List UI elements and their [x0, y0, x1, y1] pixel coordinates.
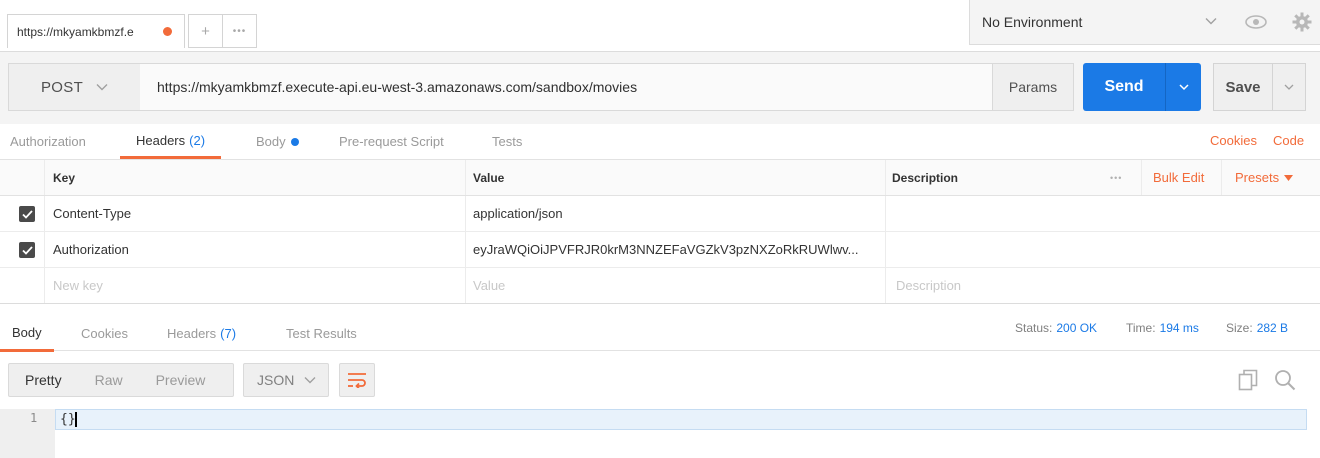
copy-icon[interactable] — [1238, 369, 1258, 394]
code-link[interactable]: Code — [1273, 133, 1304, 148]
tab-headers[interactable]: Headers (2) — [120, 124, 222, 159]
new-tab-button[interactable]: + — [188, 14, 223, 48]
save-options-button[interactable] — [1272, 63, 1306, 111]
view-mode-segmented-control: Pretty Raw Preview — [8, 363, 234, 397]
status-indicator: Status: 200 OK — [1015, 321, 1098, 335]
unsaved-indicator-icon — [163, 27, 172, 36]
checkmark-icon — [21, 209, 33, 219]
gear-icon[interactable] — [1288, 8, 1316, 36]
header-key-field[interactable]: Authorization — [53, 232, 129, 267]
more-options-button[interactable]: ••• — [1110, 160, 1122, 195]
view-raw-button[interactable]: Raw — [95, 372, 123, 388]
view-preview-button[interactable]: Preview — [156, 372, 206, 388]
request-url-bar: POST https://mkyamkbmzf.execute-api.eu-w… — [0, 52, 1320, 124]
new-key-input[interactable]: New key — [53, 268, 103, 303]
save-button[interactable]: Save — [1213, 63, 1273, 111]
tab-response-headers[interactable]: Headers (7) — [167, 316, 236, 351]
wrap-lines-button[interactable] — [339, 363, 375, 397]
presets-dropdown[interactable]: Presets — [1235, 160, 1294, 195]
tab-options-button[interactable]: ••• — [222, 14, 257, 48]
request-tab-title: https://mkyamkbmzf.e — [17, 24, 134, 39]
new-value-input[interactable]: Value — [473, 268, 505, 303]
time-value: 194 ms — [1159, 321, 1199, 335]
status-value: 200 OK — [1056, 321, 1098, 335]
table-row: Content-Type application/json — [0, 196, 1320, 232]
table-header-row: Key Value Description ••• Bulk Edit Pres… — [0, 160, 1320, 196]
response-tabs: Body Cookies Headers (7) Test Results Sta… — [0, 303, 1320, 352]
response-body-editor[interactable]: 1 {} — [0, 409, 1320, 458]
column-header-description: Description — [892, 170, 959, 185]
params-button[interactable]: Params — [992, 63, 1074, 111]
body-modified-indicator-icon — [290, 137, 299, 146]
bulk-edit-link[interactable]: Bulk Edit — [1153, 160, 1204, 195]
response-toolbar: Pretty Raw Preview JSON — [0, 351, 1320, 407]
chevron-down-icon — [1284, 84, 1294, 90]
format-select[interactable]: JSON — [243, 363, 329, 397]
response-headers-count-badge: (7) — [220, 326, 237, 341]
view-pretty-button[interactable]: Pretty — [25, 372, 62, 388]
tab-bar: https://mkyamkbmzf.e + ••• No Environmen… — [0, 0, 1320, 52]
time-indicator: Time: 194 ms — [1126, 321, 1199, 335]
header-enabled-checkbox[interactable] — [19, 206, 35, 222]
tab-test-results[interactable]: Test Results — [286, 316, 357, 351]
header-value-field[interactable]: application/json — [473, 196, 563, 231]
cookies-link[interactable]: Cookies — [1210, 133, 1257, 148]
eye-icon[interactable] — [1242, 8, 1270, 36]
request-tabs: Authorization Headers (2) Body Pre-reques… — [0, 124, 1320, 160]
caret-down-icon — [1284, 174, 1294, 181]
search-icon[interactable] — [1274, 369, 1296, 394]
url-input[interactable]: https://mkyamkbmzf.execute-api.eu-west-3… — [140, 63, 1000, 111]
header-key-field[interactable]: Content-Type — [53, 196, 131, 231]
chevron-down-icon — [304, 377, 316, 384]
environment-select[interactable]: No Environment — [970, 0, 1232, 44]
wrap-lines-icon — [348, 373, 366, 388]
table-row-new: New key Value Description — [0, 268, 1320, 304]
headers-count-badge: (2) — [189, 132, 206, 148]
method-select[interactable]: POST — [8, 63, 141, 111]
send-options-button[interactable] — [1165, 63, 1201, 111]
text-cursor — [74, 412, 77, 427]
environment-area: No Environment — [969, 0, 1320, 45]
tab-body[interactable]: Body — [256, 124, 299, 159]
header-enabled-checkbox[interactable] — [19, 242, 35, 258]
method-label: POST — [41, 78, 84, 96]
send-button[interactable]: Send — [1083, 63, 1165, 111]
new-description-input[interactable]: Description — [896, 268, 961, 303]
line-number: 1 — [30, 411, 38, 425]
format-label: JSON — [257, 372, 295, 388]
line-number-gutter: 1 — [0, 409, 55, 458]
chevron-down-icon — [1205, 18, 1217, 25]
checkmark-icon — [21, 245, 33, 255]
chevron-down-icon — [96, 84, 108, 91]
tab-authorization[interactable]: Authorization — [10, 124, 86, 159]
tab-response-body[interactable]: Body — [0, 316, 54, 352]
url-text: https://mkyamkbmzf.execute-api.eu-west-3… — [157, 79, 638, 95]
column-header-value: Value — [473, 170, 505, 185]
column-header-key: Key — [53, 170, 76, 185]
request-tab[interactable]: https://mkyamkbmzf.e — [7, 14, 185, 48]
size-value: 282 B — [1256, 321, 1289, 335]
table-row: Authorization eyJraWQiOiJPVFRJR0krM3NNZE… — [0, 232, 1320, 268]
header-value-field[interactable]: eyJraWQiOiJPVFRJR0krM3NNZEFaVGZkV3pzNXZo… — [473, 232, 858, 267]
environment-select-label: No Environment — [982, 14, 1083, 30]
code-text: {} — [60, 412, 77, 427]
tab-pre-request-script[interactable]: Pre-request Script — [339, 124, 444, 159]
tab-tests[interactable]: Tests — [492, 124, 522, 159]
tab-response-cookies[interactable]: Cookies — [81, 316, 128, 351]
headers-table: Key Value Description ••• Bulk Edit Pres… — [0, 160, 1320, 304]
chevron-down-icon — [1178, 84, 1189, 91]
code-line[interactable]: {} — [55, 409, 1307, 430]
size-indicator: Size: 282 B — [1226, 321, 1289, 335]
